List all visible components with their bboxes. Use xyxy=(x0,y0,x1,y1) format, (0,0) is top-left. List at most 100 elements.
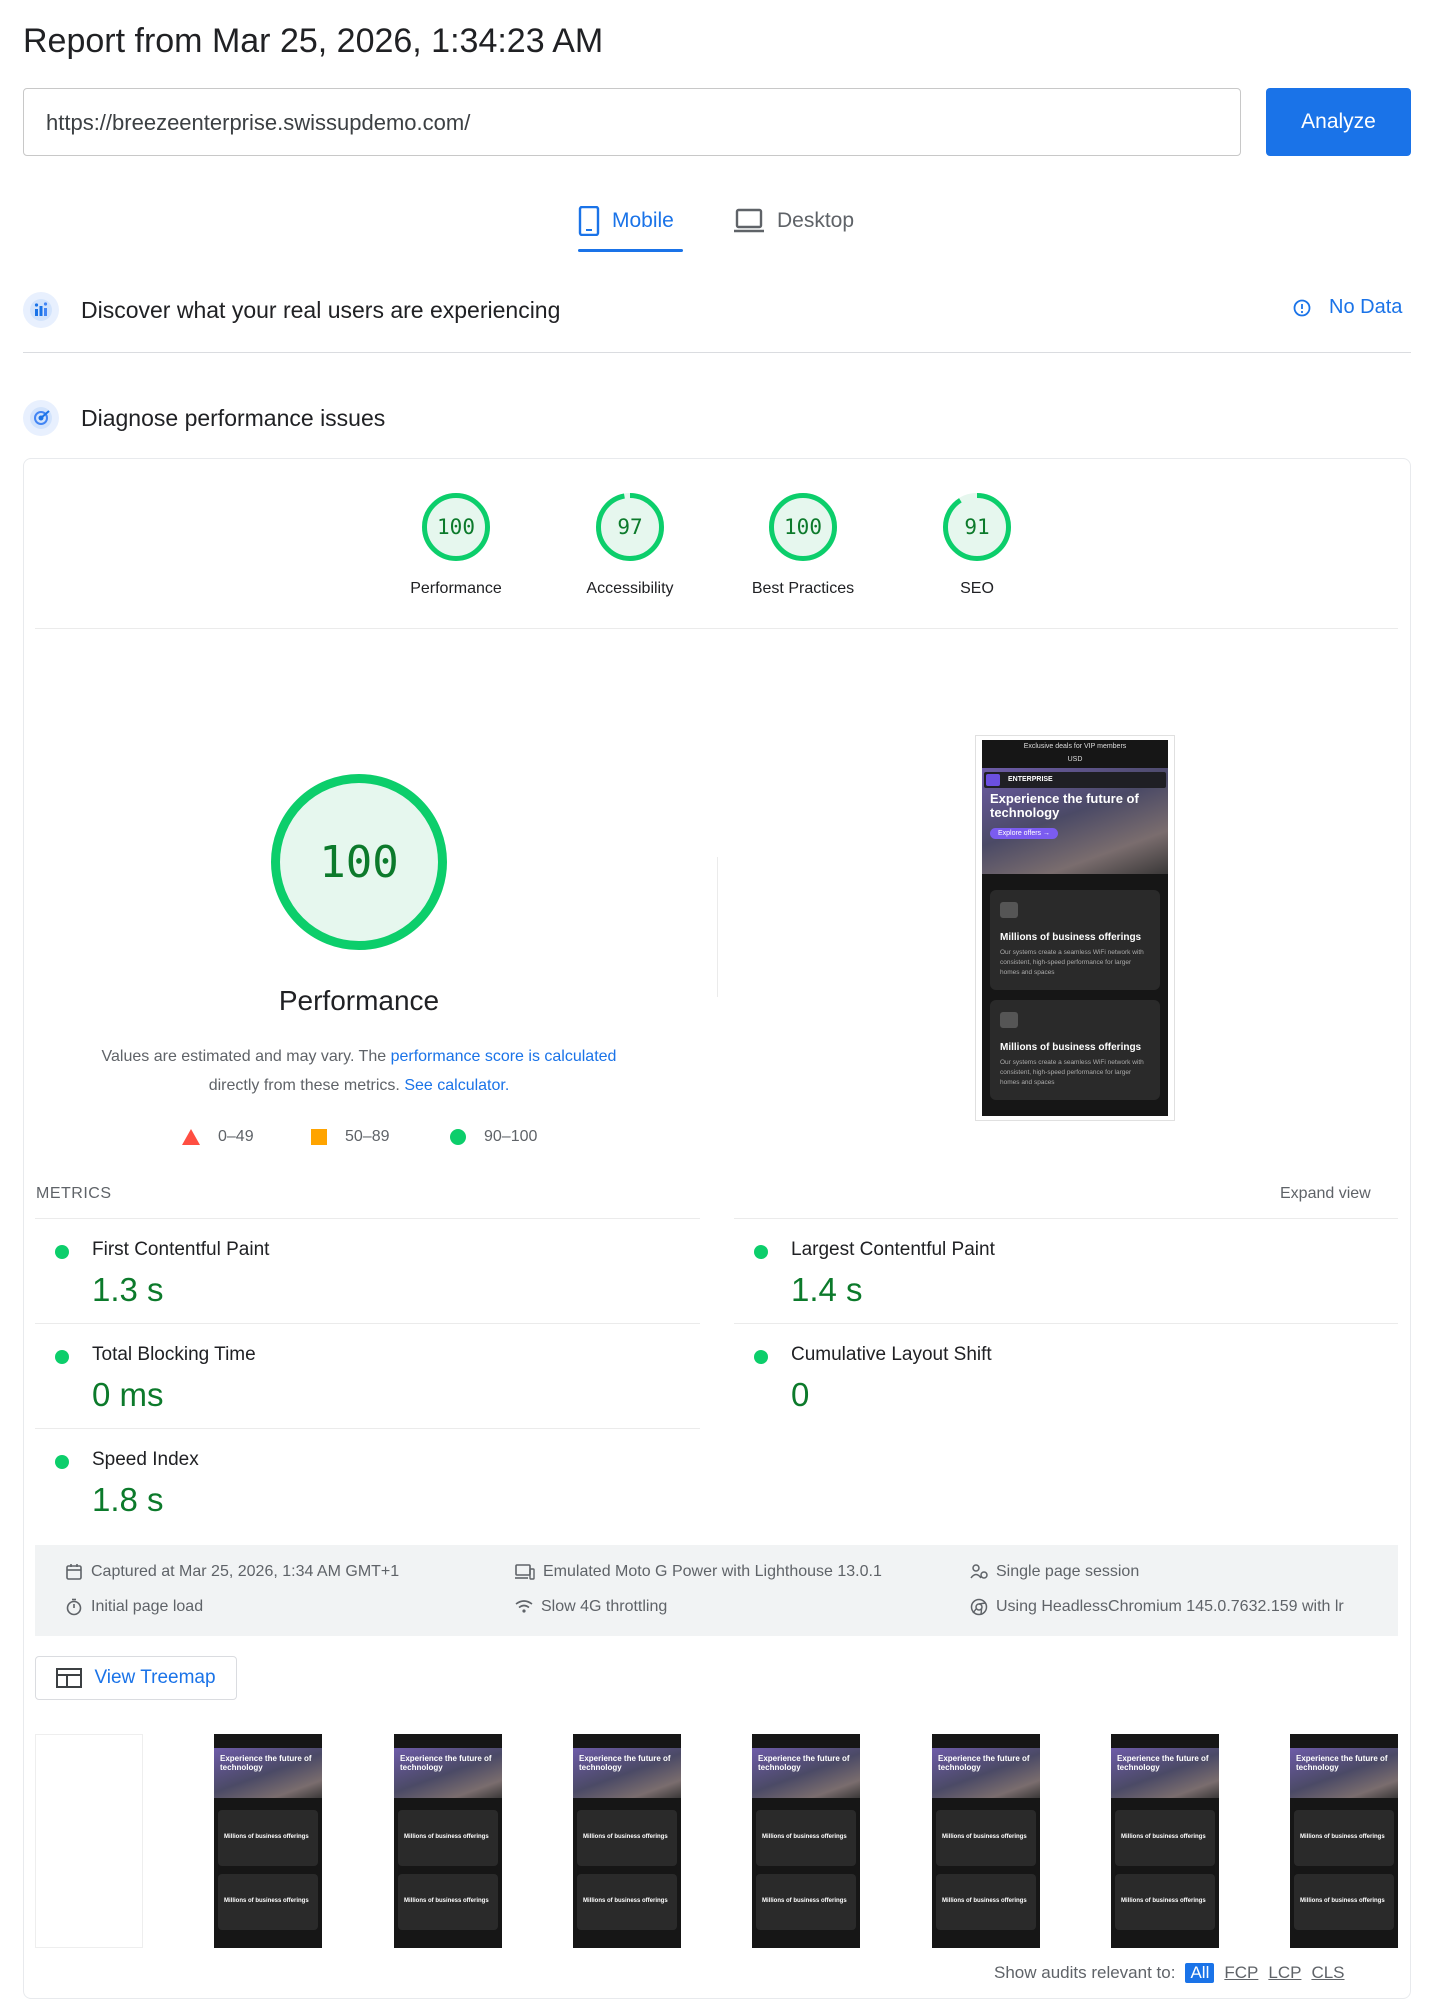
filmstrip-card-title: Millions of business offerings xyxy=(942,1834,1027,1840)
filmstrip-card-title-2: Millions of business offerings xyxy=(1121,1898,1206,1904)
network-throttling-text: Slow 4G throttling xyxy=(541,1598,668,1615)
gauges-divider xyxy=(35,628,1398,629)
tab-mobile[interactable]: Mobile xyxy=(578,200,674,242)
browser-version: Using HeadlessChromium 145.0.7632.159 wi… xyxy=(970,1598,1344,1616)
active-tab-indicator xyxy=(578,249,683,252)
pass-dot-icon xyxy=(55,1455,69,1469)
filmstrip-card-title-2: Millions of business offerings xyxy=(583,1898,668,1904)
url-input[interactable]: https://breezeenterprise.swissupdemo.com… xyxy=(23,88,1241,156)
filmstrip-card-title: Millions of business offerings xyxy=(762,1834,847,1840)
filmstrip-frame: Experience the future of technology Milli… xyxy=(573,1734,681,1948)
metric-si-name: Speed Index xyxy=(92,1449,199,1470)
average-square-icon xyxy=(311,1129,327,1145)
filmstrip-frame: Experience the future of technology Milli… xyxy=(1111,1734,1219,1948)
legend-average: 50–89 xyxy=(311,1128,390,1146)
filmstrip-card-title-2: Millions of business offerings xyxy=(224,1898,309,1904)
legend-average-label: 50–89 xyxy=(345,1128,390,1145)
see-calculator-link[interactable]: See calculator. xyxy=(404,1077,509,1094)
field-data-header: Discover what your real users are experi… xyxy=(23,292,560,328)
gauge-performance[interactable]: 100 Performance xyxy=(396,492,516,598)
performance-description: Values are estimated and may vary. The p… xyxy=(64,1042,654,1100)
gauge-seo[interactable]: 91 SEO xyxy=(917,492,1037,598)
legend-pass: 90–100 xyxy=(450,1128,537,1146)
filmstrip-card-title: Millions of business offerings xyxy=(404,1834,489,1840)
desktop-icon xyxy=(734,208,764,233)
expand-view-toggle[interactable]: Expand view xyxy=(1280,1185,1371,1203)
vertical-divider xyxy=(717,857,718,997)
filmstrip-card-title-2: Millions of business offerings xyxy=(404,1898,489,1904)
filmstrip-hero-title: Experience the future of technology xyxy=(758,1754,850,1772)
metric-lcp-value: 1.4 s xyxy=(791,1271,863,1308)
url-input-value[interactable]: https://breezeenterprise.swissupdemo.com… xyxy=(46,110,470,136)
performance-main-score: 100 xyxy=(319,836,399,888)
gauge-best-practices[interactable]: 100 Best Practices xyxy=(743,492,863,598)
filmstrip-hero-title: Experience the future of technology xyxy=(400,1754,492,1772)
tab-desktop[interactable]: Desktop xyxy=(733,200,854,242)
calendar-icon xyxy=(66,1564,82,1580)
filmstrip-frame: Experience the future of technology Milli… xyxy=(1290,1734,1398,1948)
filmstrip-card-title-2: Millions of business offerings xyxy=(1300,1898,1385,1904)
analyze-button[interactable]: Analyze xyxy=(1266,88,1411,156)
legend-fail-label: 0–49 xyxy=(218,1128,254,1145)
audit-filter-bar: Show audits relevant to: All FCP LCP CLS xyxy=(994,1963,1345,1983)
filter-cls[interactable]: CLS xyxy=(1311,1963,1344,1983)
screenshot-brand: ENTERPRISE xyxy=(1008,776,1053,783)
metric-lcp: Largest Contentful Paint 1.4 s xyxy=(734,1218,1398,1322)
gauge-seo-score: 91 xyxy=(964,515,990,539)
devices-icon xyxy=(515,1564,535,1580)
info-icon xyxy=(1293,299,1311,316)
filter-all[interactable]: All xyxy=(1185,1963,1215,1983)
tab-desktop-label: Desktop xyxy=(777,209,855,232)
view-treemap-label: View Treemap xyxy=(94,1667,216,1688)
gauge-accessibility[interactable]: 97 Accessibility xyxy=(570,492,690,598)
tab-mobile-label: Mobile xyxy=(612,209,674,232)
screenshot-currency: USD xyxy=(1067,756,1083,763)
network-throttling: Slow 4G throttling xyxy=(515,1598,667,1616)
timer-icon xyxy=(66,1598,82,1616)
filter-lcp[interactable]: LCP xyxy=(1268,1963,1301,1983)
browser-version-text: Using HeadlessChromium 145.0.7632.159 wi… xyxy=(996,1598,1344,1615)
desc-text-2: directly from these metrics. xyxy=(208,1077,405,1094)
filmstrip-frame-blank xyxy=(35,1734,143,1948)
initial-load-text: Initial page load xyxy=(91,1598,204,1615)
pass-dot-icon xyxy=(55,1350,69,1364)
section-divider xyxy=(23,352,1411,353)
no-data-link[interactable]: No Data xyxy=(1293,296,1402,319)
mobile-icon xyxy=(578,206,600,236)
gauge-best-practices-label: Best Practices xyxy=(751,580,855,597)
screenshot-banner: Exclusive deals for VIP members xyxy=(1023,743,1127,750)
initial-load: Initial page load xyxy=(65,1598,203,1616)
metric-fcp-value: 1.3 s xyxy=(92,1271,164,1308)
performance-title: Performance xyxy=(278,985,440,1016)
captured-at-text: Captured at Mar 25, 2026, 1:34 AM GMT+1 xyxy=(91,1563,400,1580)
desc-text-1: Values are estimated and may vary. The xyxy=(101,1048,391,1065)
filmstrip-card-title-2: Millions of business offerings xyxy=(762,1898,847,1904)
metric-lcp-name: Largest Contentful Paint xyxy=(791,1239,995,1260)
chromium-icon xyxy=(970,1598,988,1616)
fail-triangle-icon xyxy=(182,1129,200,1145)
session-type: Single page session xyxy=(970,1563,1139,1581)
filter-fcp[interactable]: FCP xyxy=(1224,1963,1258,1983)
filmstrip-hero-title: Experience the future of technology xyxy=(220,1754,312,1772)
metric-tbt-value: 0 ms xyxy=(92,1376,164,1413)
final-screenshot: Exclusive deals for VIP members USD ENTE… xyxy=(975,735,1175,1121)
gauge-accessibility-score: 97 xyxy=(617,515,643,539)
filmstrip-hero-title: Experience the future of technology xyxy=(1296,1754,1388,1772)
treemap-icon xyxy=(56,1668,83,1688)
field-data-heading: Discover what your real users are experi… xyxy=(81,296,561,323)
captured-at: Captured at Mar 25, 2026, 1:34 AM GMT+1 xyxy=(65,1563,399,1581)
filmstrip-card-title-2: Millions of business offerings xyxy=(942,1898,1027,1904)
filmstrip-hero-title: Experience the future of technology xyxy=(1117,1754,1209,1772)
metric-tbt: Total Blocking Time 0 ms xyxy=(35,1323,700,1427)
gauge-performance-score: 100 xyxy=(437,515,475,539)
filmstrip-hero-title: Experience the future of technology xyxy=(938,1754,1030,1772)
score-calculated-link[interactable]: performance score is calculated xyxy=(391,1048,617,1065)
legend-fail: 0–49 xyxy=(182,1128,254,1146)
lab-data-header: Diagnose performance issues xyxy=(23,400,385,436)
performance-main-gauge: 100 xyxy=(270,773,448,951)
view-treemap-button[interactable]: View Treemap xyxy=(35,1656,237,1700)
screenshot-card-text: Our systems create a seamless WiFi netwo… xyxy=(1000,949,1144,976)
filmstrip-frame: Experience the future of technology Milli… xyxy=(214,1734,322,1948)
screenshot-hero-title: Experience the future of technology xyxy=(990,791,1139,820)
diagnose-icon xyxy=(23,400,59,436)
